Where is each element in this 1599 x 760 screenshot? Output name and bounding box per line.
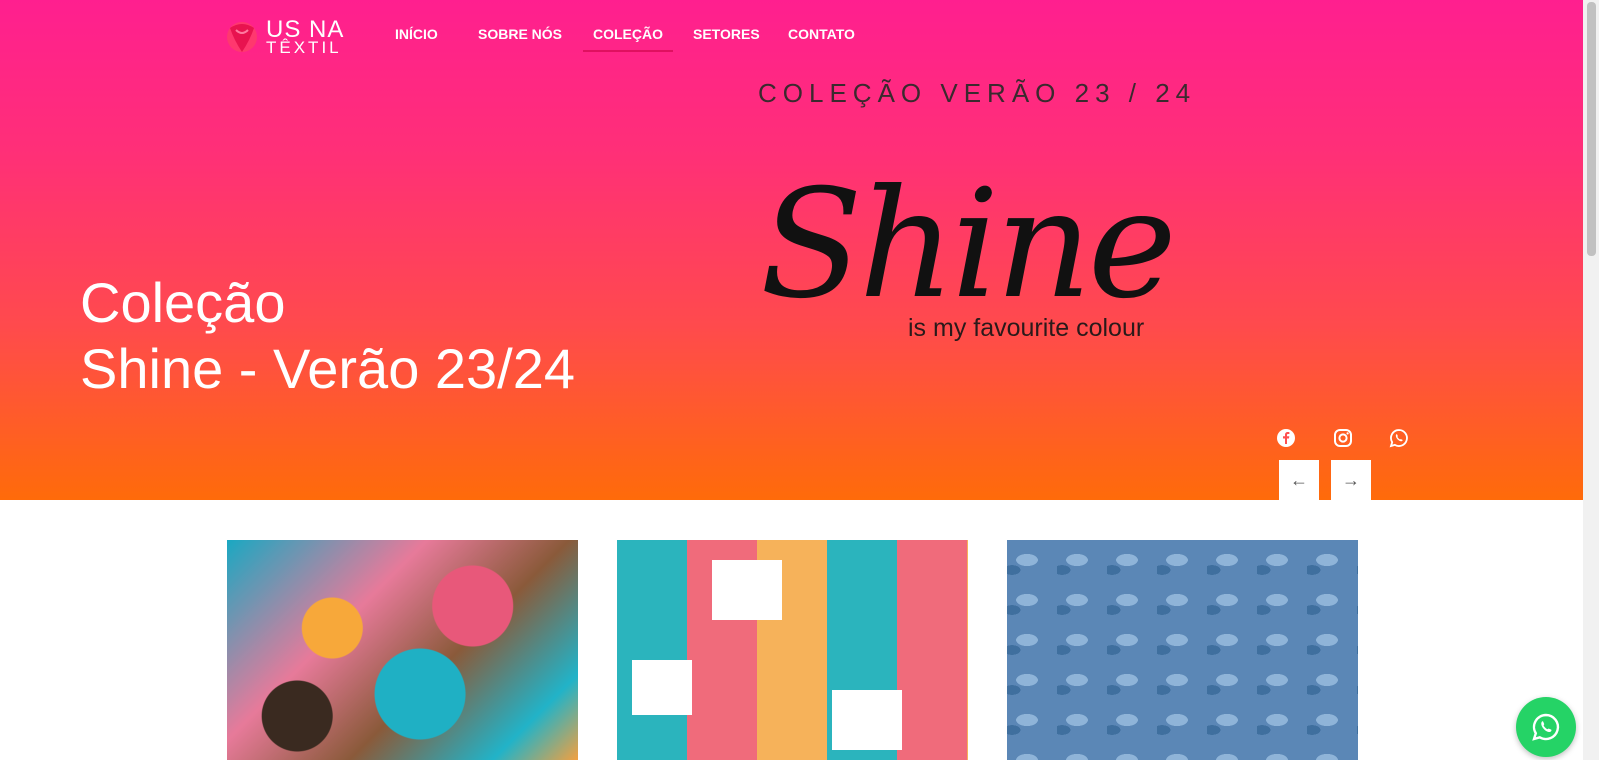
nav-item-inicio[interactable]: INÍCIO — [395, 26, 438, 42]
prev-slide-button[interactable]: ← — [1279, 460, 1319, 500]
brand-logo[interactable]: US NA TÊXTIL — [222, 16, 347, 60]
arrow-right-icon: → — [1342, 469, 1360, 490]
gallery-item-pineapple[interactable] — [617, 540, 968, 760]
nav-item-colecao[interactable]: COLEÇÃO — [583, 26, 673, 52]
nav-item-contato[interactable]: CONTATO — [788, 26, 855, 42]
gallery-item-denim[interactable] — [1007, 540, 1358, 760]
collection-subtitle: COLEÇÃO VERÃO 23 / 24 — [758, 78, 1197, 108]
hero-banner: US NA TÊXTIL INÍCIO SOBRE NÓS COLEÇÃO SE… — [0, 0, 1583, 500]
shine-tagline: is my favourite colour — [908, 314, 1145, 342]
facebook-icon[interactable] — [1276, 428, 1296, 448]
logo-mark-icon — [227, 22, 257, 52]
hero-heading: Coleção Shine - Verão 23/24 — [80, 270, 575, 402]
instagram-icon[interactable] — [1333, 428, 1353, 448]
nav-item-setores[interactable]: SETORES — [693, 26, 760, 42]
gallery-item-butterfly[interactable] — [227, 540, 578, 760]
hero-heading-line2: Shine - Verão 23/24 — [80, 337, 576, 400]
brand-line2: TÊXTIL — [266, 38, 342, 57]
nav-item-sobre-nos[interactable]: SOBRE NÓS — [478, 26, 562, 42]
whatsapp-icon — [1532, 713, 1560, 741]
arrow-left-icon: ← — [1290, 469, 1308, 490]
shine-script-title: Shine — [760, 158, 1177, 332]
next-slide-button[interactable]: → — [1331, 460, 1371, 500]
hero-heading-line1: Coleção — [80, 271, 286, 334]
whatsapp-float-button[interactable] — [1516, 697, 1576, 757]
scrollbar-thumb[interactable] — [1587, 2, 1596, 256]
whatsapp-icon[interactable] — [1389, 428, 1409, 448]
